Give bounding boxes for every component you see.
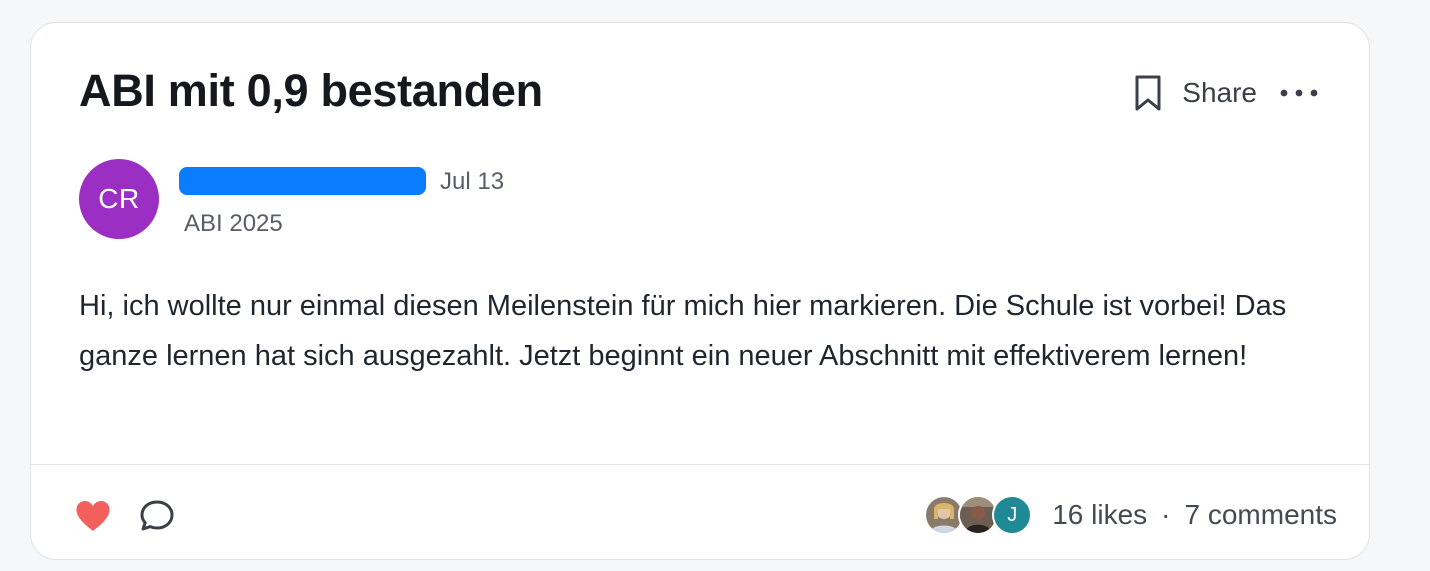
stats-separator: ·	[1161, 499, 1171, 530]
author-name-redacted[interactable]	[179, 167, 426, 195]
engagement-stats: J 16 likes · 7 comments	[924, 493, 1337, 537]
share-button[interactable]: Share	[1182, 77, 1257, 109]
comment-button[interactable]	[135, 496, 179, 536]
liker-avatar: J	[992, 495, 1033, 535]
post-title: ABI mit 0,9 bestanden	[79, 65, 543, 116]
comments-count[interactable]: 7 comments	[1185, 499, 1338, 531]
likes-count[interactable]: 16 likes	[1052, 499, 1147, 531]
author-group-label: ABI 2025	[184, 210, 283, 237]
bookmark-icon	[1135, 75, 1161, 111]
like-button[interactable]	[71, 496, 115, 536]
more-horizontal-icon	[1280, 89, 1318, 97]
footer-divider	[31, 464, 1369, 465]
post-date: Jul 13	[440, 168, 505, 195]
heart-icon	[76, 501, 110, 531]
comment-bubble-icon	[140, 500, 174, 531]
liker-photo-icon	[960, 497, 997, 533]
post-body: Hi, ich wollte nur einmal diesen Meilens…	[79, 290, 1287, 372]
post-actions: Share	[1128, 71, 1319, 115]
author-avatar[interactable]: CR	[79, 159, 159, 239]
more-options-button[interactable]	[1279, 71, 1319, 115]
post-footer: J 16 likes · 7 comments	[31, 466, 1369, 559]
author-row: CR Jul 13 ABI 2025	[79, 159, 679, 243]
author-initials: CR	[98, 183, 140, 214]
bookmark-button[interactable]	[1128, 71, 1168, 115]
post-card: ABI mit 0,9 bestanden Share CR Jul 13 AB…	[30, 22, 1370, 560]
liker-avatars[interactable]: J	[924, 495, 1033, 535]
liker-initial: J	[1007, 503, 1018, 526]
liker-photo-icon	[926, 497, 963, 533]
